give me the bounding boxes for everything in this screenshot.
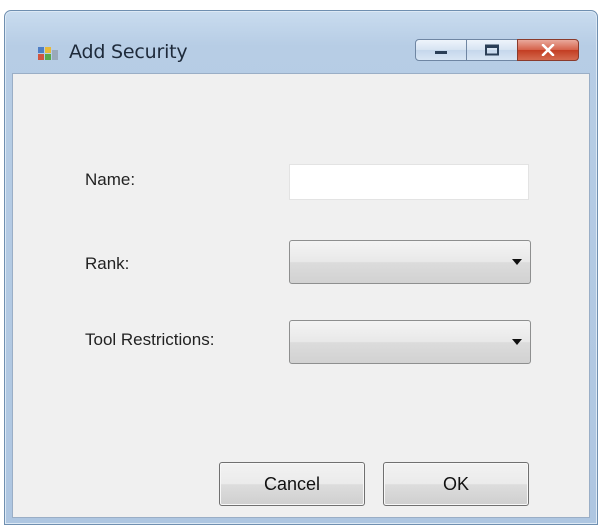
- title-bar[interactable]: Add Security: [5, 11, 597, 73]
- chevron-down-icon: [512, 259, 522, 265]
- minimize-icon: [433, 41, 449, 60]
- maximize-icon: [484, 41, 500, 60]
- name-label: Name:: [85, 170, 136, 189]
- tool-restrictions-combobox[interactable]: [289, 320, 531, 364]
- chevron-down-icon: [512, 339, 522, 345]
- minimize-button[interactable]: [415, 39, 467, 61]
- window-title: Add Security: [69, 41, 188, 63]
- rank-combobox[interactable]: [289, 240, 531, 284]
- caption-buttons: [415, 39, 579, 63]
- close-button[interactable]: [517, 39, 579, 61]
- ok-button[interactable]: OK: [383, 462, 529, 506]
- app-window-icon: [37, 45, 59, 63]
- maximize-button[interactable]: [466, 39, 518, 61]
- tool-restrictions-label: Tool Restrictions:: [85, 330, 215, 349]
- cancel-button[interactable]: Cancel: [219, 462, 365, 506]
- close-icon: [540, 41, 556, 60]
- name-input[interactable]: [289, 164, 529, 200]
- rank-label: Rank:: [85, 254, 130, 273]
- add-security-dialog: Add Security Name: Rank: Tool Restrictio…: [4, 10, 598, 525]
- dialog-client-area: Name: Rank: Tool Restrictions: Cancel OK: [12, 73, 590, 518]
